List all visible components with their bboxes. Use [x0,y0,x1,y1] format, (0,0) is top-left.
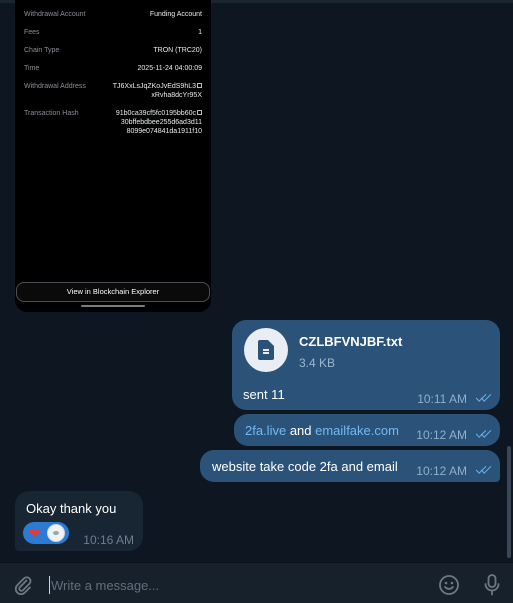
outgoing-file-message[interactable]: CZLBFVNJBF.txt 3.4 KB sent 11 10:11 AM [232,320,500,410]
message-text: Okay thank you [26,501,117,516]
chat-scrollbar[interactable] [507,446,511,558]
file-size: 3.4 KB [299,356,336,370]
address-line: TJ6XxLsJqZKoJvEdS9hL3 [112,83,196,90]
outgoing-text-message[interactable]: website take code 2fa and email 10:12 AM [200,450,500,482]
view-in-explorer-button: View in Blockchain Explorer [16,282,210,302]
hash-line: 91b0ca39cf5fc0195bb60c [115,110,196,117]
message-time: 10:12 AM [416,464,467,478]
message-time: 10:12 AM [416,428,467,442]
copy-icon [197,110,202,115]
double-check-icon [475,391,493,403]
message-time: 10:11 AM [417,392,467,406]
file-name[interactable]: CZLBFVNJBF.txt [299,334,402,349]
incoming-text-message[interactable]: Okay thank you ❤ 10:16 AM [15,491,143,551]
reaction-badge[interactable]: ❤ [23,522,69,544]
reactor-avatar [47,524,65,542]
double-check-icon [475,463,493,475]
message-composer [0,562,513,603]
outgoing-links-message[interactable]: 2fa.live and emailfake.com 10:12 AM [234,414,500,446]
detail-value: 2025-11-24 04:00:09 [137,65,202,72]
transaction-screenshot-image[interactable]: Withdrawal Account Funding Account Fees … [15,0,211,312]
detail-value: TJ6XxLsJqZKoJvEdS9hL3 xRvha8dcYr95X [82,82,202,100]
double-check-icon [475,427,493,439]
link-emailfake[interactable]: emailfake.com [315,423,399,438]
message-text: sent 11 [243,387,285,402]
chat-history[interactable]: Withdrawal Account Funding Account Fees … [0,0,513,562]
hash-line: 30bffebdbee255d6ad3d11 [120,119,202,126]
message-text: website take code 2fa and email [212,459,398,474]
connector-text: and [286,423,316,438]
heart-icon: ❤ [28,525,41,541]
message-text: 2fa.live and emailfake.com [245,423,399,438]
text-caret [49,576,50,594]
paperclip-icon[interactable] [12,574,34,596]
link-2fa-live[interactable]: 2fa.live [245,423,286,438]
home-indicator [81,305,145,307]
file-icon[interactable] [244,328,288,372]
detail-value: Funding Account [149,11,202,18]
hash-line: 8099e074841da1911f10 [126,128,202,135]
detail-value: 91b0ca39cf5fc0195bb60c 30bffebdbee255d6a… [82,109,202,136]
message-time: 10:16 AM [83,533,134,547]
microphone-icon[interactable] [481,573,503,597]
detail-value: 1 [198,29,202,36]
detail-value: TRON (TRC20) [153,47,202,54]
copy-icon [197,83,202,88]
address-line: xRvha8dcYr95X [151,92,202,99]
message-input[interactable] [51,575,411,595]
emoji-icon[interactable] [438,574,460,596]
